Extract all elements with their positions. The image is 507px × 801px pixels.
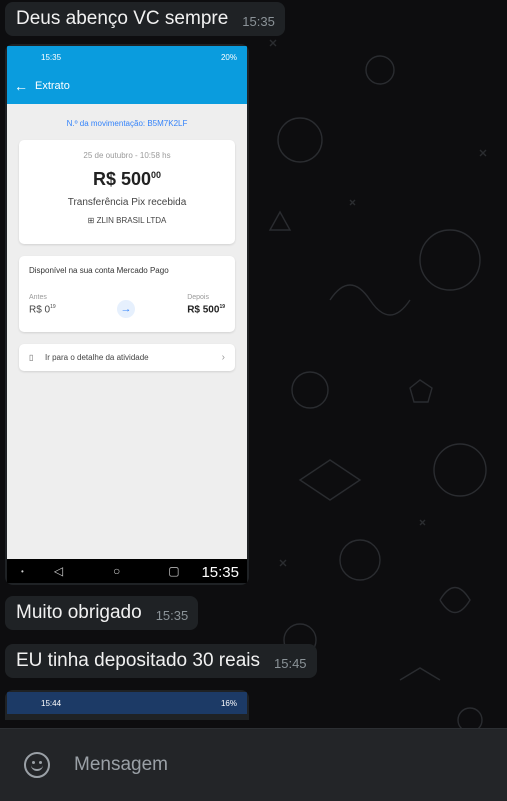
transfer-card: 25 de outubro - 10:58 hs R$ 50000 Transf… [19, 140, 235, 244]
message-time: 15:45 [274, 656, 307, 671]
phone-status-time: 15:44 [41, 698, 62, 708]
chevron-right-icon: › [221, 352, 225, 363]
message-text: Muito obrigado [16, 602, 142, 623]
activity-detail-link: ▯ Ir para o detalhe da atividade › [19, 344, 235, 371]
message-input[interactable] [72, 753, 456, 777]
available-title: Disponível na sua conta Mercado Pago [29, 266, 169, 275]
phone-battery-level: 16% [220, 698, 237, 708]
message-composer [0, 728, 507, 801]
after-label: Depois [187, 294, 209, 301]
transfer-amount-main: R$ 500 [92, 169, 152, 189]
phone-status-bar: 15:35 20% [7, 46, 247, 68]
message-bubble[interactable]: Deus abenço VC sempre 15:35 [5, 2, 285, 36]
message-bubble[interactable]: EU tinha depositado 30 reais 15:45 [5, 644, 317, 678]
activity-detail-label: Ir para o detalhe da atividade [45, 353, 149, 362]
image-message[interactable]: 15:35 20% ← Extrato N.º da movimentação:… [5, 44, 249, 585]
image-message-time: 15:35 [201, 564, 239, 581]
balance-after: Depois R$ 50019 [187, 294, 225, 315]
message-time: 15:35 [155, 608, 189, 623]
message-text: Deus abenço VC sempre [16, 8, 229, 29]
after-value-cents: 19 [219, 304, 225, 310]
balance-card: Disponível na sua conta Mercado Pago Ant… [19, 256, 235, 332]
app-header-title: Extrato [35, 80, 70, 92]
message-time: 15:35 [242, 14, 275, 29]
balance-row: Antes R$ 019 → Depois R$ 50019 [29, 294, 225, 324]
bank-icon: ⊞ [87, 216, 97, 225]
after-value: R$ 50019 [187, 304, 225, 315]
after-value-main: R$ 500 [187, 304, 220, 316]
movement-id: N.º da movimentação: B5M7K2LF [66, 119, 188, 128]
document-icon: ▯ [29, 353, 34, 362]
app-header: ← Extrato [7, 68, 247, 104]
nav-dot-icon: • [21, 566, 24, 576]
before-value-main: R$ 0 [29, 304, 51, 316]
before-value-cents: 19 [50, 304, 56, 310]
before-value: R$ 019 [29, 304, 56, 315]
transfer-amount-cents: 00 [151, 170, 162, 180]
statement-screen: N.º da movimentação: B5M7K2LF 25 de outu… [7, 104, 247, 559]
phone-battery-level: 20% [220, 52, 237, 62]
transfer-date: 25 de outubro - 10:58 hs [83, 151, 171, 160]
nav-recent-icon: ▢ [168, 564, 180, 578]
message-bubble[interactable]: Muito obrigado 15:35 [5, 596, 199, 630]
image-message-partial[interactable]: 15:44 16% [5, 690, 249, 720]
before-label: Antes [29, 294, 47, 301]
balance-before: Antes R$ 019 [29, 294, 56, 315]
phone-status-bar: 15:44 16% [7, 692, 247, 714]
nav-home-icon: ○ [113, 564, 121, 578]
emoji-icon[interactable] [24, 752, 50, 778]
arrow-right-icon: → [117, 300, 135, 318]
message-text: EU tinha depositado 30 reais [16, 650, 260, 671]
nav-back-icon: ◁ [53, 564, 64, 578]
phone-status-time: 15:35 [41, 52, 62, 62]
transfer-description: Transferência Pix recebida [67, 197, 187, 208]
payer-row: ⊞ ZLIN BRASIL LTDA [19, 216, 235, 225]
payer-name: ZLIN BRASIL LTDA [96, 216, 167, 225]
transfer-amount: R$ 50000 [19, 169, 235, 190]
back-arrow-icon: ← [14, 78, 28, 94]
embedded-phone-screenshot: 15:35 20% ← Extrato N.º da movimentação:… [7, 46, 247, 583]
